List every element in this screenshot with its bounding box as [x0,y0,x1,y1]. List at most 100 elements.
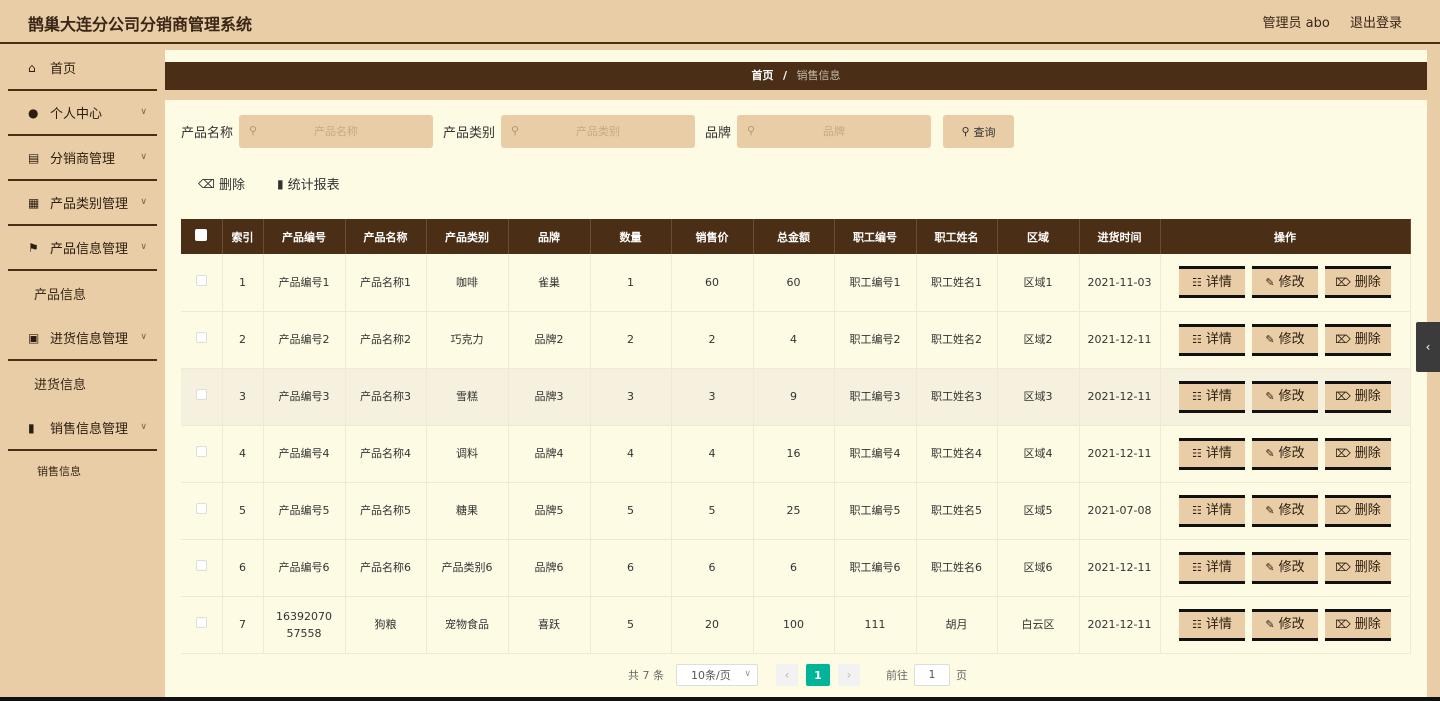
edit-button[interactable]: ✎ 修改 [1252,380,1318,413]
row-delete-button[interactable]: ⌦ 删除 [1325,608,1391,641]
row-select-cell[interactable] [181,311,223,369]
breadcrumb-current: 销售信息 [796,69,841,82]
column-header: 职工姓名 [916,219,998,254]
page-number-current[interactable]: 1 [806,664,830,686]
table-row[interactable]: 3 产品编号3 产品名称3 雪糕 品牌3 3 3 9 职工编号3 职工姓名3 区域3 2021-12-… [181,368,1411,426]
detail-button[interactable]: ☷ 详情 [1179,437,1245,470]
pencil-icon: ✎ [1265,333,1275,346]
row-delete-button[interactable]: ⌦ 删除 [1325,266,1391,299]
row-select-cell[interactable] [181,254,223,312]
query-button-label: 查询 [973,125,996,139]
row-delete-button[interactable]: ⌦ 删除 [1325,551,1391,584]
column-header: 总金额 [753,219,835,254]
table-row[interactable]: 6 产品编号6 产品名称6 产品类别6 品牌6 6 6 6 职工编号6 职工姓名6 区域6 2021-… [181,539,1411,597]
brand-input[interactable] [737,115,932,148]
row-delete-button[interactable]: ⌦ 删除 [1325,494,1391,527]
sidebar-subitem-purchase-info[interactable]: 进货信息 [8,361,157,406]
collapse-panel-button[interactable]: ‹ [1416,322,1440,372]
prev-page-button[interactable]: ‹ [776,664,798,686]
row-checkbox[interactable] [195,274,207,286]
detail-button[interactable]: ☷ 详情 [1179,380,1245,413]
table-cell: 4 [753,311,835,369]
select-all-header[interactable] [181,219,223,254]
breadcrumb-home[interactable]: 首页 [751,69,773,82]
page-size-select[interactable]: 10条/页 ∨ [676,664,758,686]
sidebar-item-profile[interactable]: ● 个人中心 ∨ [8,91,157,136]
table-cell: 狗粮 [345,596,427,654]
product-name-input[interactable] [239,115,434,148]
query-button[interactable]: ⚲ 查询 [943,115,1014,148]
row-select-cell[interactable] [181,368,223,426]
trash-icon: ⌦ [1335,447,1351,460]
edit-button[interactable]: ✎ 修改 [1252,608,1318,641]
detail-button[interactable]: ☷ 详情 [1179,494,1245,527]
sidebar-subitem-product-info[interactable]: 产品信息 [8,271,157,316]
row-select-cell[interactable] [181,539,223,597]
table-row[interactable]: 4 产品编号4 产品名称4 调料 品牌4 4 4 16 职工编号4 职工姓名4 区域4 2021-12… [181,425,1411,483]
detail-button[interactable]: ☷ 详情 [1179,323,1245,356]
sidebar-item-sales[interactable]: ▮ 销售信息管理 ∨ [8,406,157,451]
table-cell: 糖果 [426,482,509,540]
edit-button[interactable]: ✎ 修改 [1252,323,1318,356]
row-select-cell[interactable] [181,425,223,483]
table-cell: 4 [222,425,264,483]
row-checkbox[interactable] [195,503,207,514]
next-page-button[interactable]: › [838,664,860,686]
table-cell: 100 [753,596,835,654]
row-delete-button[interactable]: ⌦ 删除 [1325,437,1391,470]
row-actions: ☷ 详情 ✎ 修改 ⌦ 删除 [1161,437,1410,470]
sidebar-item-product-info[interactable]: ⚑ 产品信息管理 ∨ [8,226,157,271]
table-row[interactable]: 1 产品编号1 产品名称1 咖啡 雀巢 1 60 60 职工编号1 职工姓名1 区域1 2021-11… [181,254,1411,312]
detail-button[interactable]: ☷ 详情 [1179,266,1245,299]
edit-button[interactable]: ✎ 修改 [1252,551,1318,584]
chevron-down-icon: ∨ [140,107,147,117]
row-delete-button[interactable]: ⌦ 删除 [1325,380,1391,413]
pagination: 共 7 条 10条/页 ∨ ‹ 1 › 前往 1 页 [628,664,967,686]
sidebar-subitem-sales-info[interactable]: 销售信息 [8,451,157,491]
row-checkbox[interactable] [195,332,207,343]
app-title: 鹊巢大连分公司分销商管理系统 [28,15,253,34]
delete-button-label: 删除 [218,178,245,193]
sidebar-item-label: 销售信息管理 [50,422,129,437]
bottom-border [0,697,1440,701]
edit-button-label: 修改 [1278,446,1305,461]
table-cell: 2021-12-11 [1079,368,1161,426]
trash-icon: ⌦ [1335,504,1351,517]
row-actions: ☷ 详情 ✎ 修改 ⌦ 删除 [1161,380,1410,413]
edit-button[interactable]: ✎ 修改 [1252,494,1318,527]
row-checkbox[interactable] [195,560,207,571]
trash-icon: ⌫ [198,176,215,191]
detail-button[interactable]: ☷ 详情 [1179,551,1245,584]
table-cell: 职工编号4 [834,425,917,483]
delete-button[interactable]: ⌫ 删除 [198,174,245,194]
product-type-input[interactable] [501,115,696,148]
sidebar-item-distributor[interactable]: ▤ 分销商管理 ∨ [8,136,157,181]
detail-button-label: 详情 [1205,446,1232,461]
edit-button[interactable]: ✎ 修改 [1252,266,1318,299]
sidebar-item-purchase[interactable]: ▣ 进货信息管理 ∨ [8,316,157,361]
select-all-checkbox[interactable] [195,229,208,241]
column-header: 进货时间 [1079,219,1161,254]
table-row[interactable]: 5 产品编号5 产品名称5 糖果 品牌5 5 5 25 职工编号5 职工姓名5 区域5 2021-07… [181,482,1411,540]
edit-button[interactable]: ✎ 修改 [1252,437,1318,470]
table-cell: 职工姓名6 [916,539,998,597]
table-cell: 111 [834,596,917,654]
row-delete-button[interactable]: ⌦ 删除 [1325,323,1391,356]
report-button[interactable]: ▮ 统计报表 [277,174,340,194]
goto-page-input[interactable]: 1 [914,664,950,686]
row-checkbox[interactable] [195,389,207,400]
table-cell: 产品编号1 [263,254,346,312]
row-select-cell[interactable] [181,596,223,654]
detail-button[interactable]: ☷ 详情 [1179,608,1245,641]
table-cell: 职工姓名4 [916,425,998,483]
table-cell: 60 [671,254,754,312]
sidebar: ⌂ 首页 ● 个人中心 ∨ ▤ 分销商管理 ∨ ▦ 产品类别管理 ∨ ⚑ 产品信… [0,46,165,701]
logout-link[interactable]: 退出登录 [1350,16,1402,31]
sidebar-item-product-type[interactable]: ▦ 产品类别管理 ∨ [8,181,157,226]
row-checkbox[interactable] [195,617,207,628]
sidebar-item-home[interactable]: ⌂ 首页 [8,46,157,91]
table-row[interactable]: 7 1639207057558 狗粮 宠物食品 喜跃 5 20 100 111 胡月 白云区 2021… [181,596,1411,654]
table-row[interactable]: 2 产品编号2 产品名称2 巧克力 品牌2 2 2 4 职工编号2 职工姓名2 区域2 2021-12… [181,311,1411,369]
row-select-cell[interactable] [181,482,223,540]
row-checkbox[interactable] [195,446,207,457]
